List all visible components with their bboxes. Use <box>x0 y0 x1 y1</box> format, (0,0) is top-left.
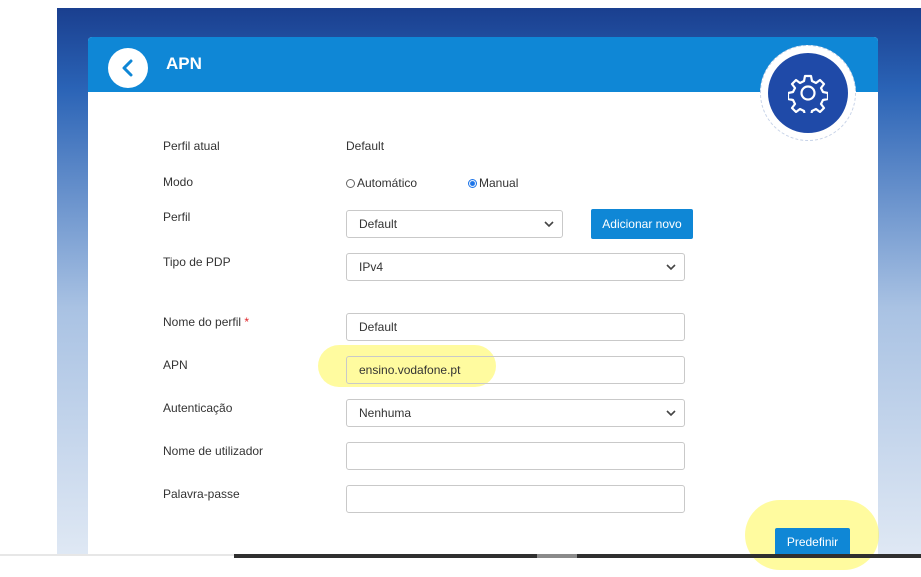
reset-defaults-button[interactable]: Predefinir <box>775 528 850 556</box>
authentication-label: Autenticação <box>163 401 233 415</box>
profile-name-label: Nome do perfil * <box>163 315 250 329</box>
settings-badge <box>760 45 856 141</box>
screenshot-stage: APN Perfil atual Default Modo Automático… <box>0 0 921 577</box>
pdp-type-select[interactable]: IPv4 <box>346 253 685 281</box>
mode-label: Modo <box>163 175 194 189</box>
username-label: Nome de utilizador <box>163 444 264 458</box>
add-new-profile-button[interactable]: Adicionar novo <box>591 209 693 239</box>
required-mark: * <box>244 315 250 329</box>
back-button[interactable] <box>108 48 148 88</box>
radio-unchecked-icon <box>346 179 355 188</box>
password-label: Palavra-passe <box>163 487 240 501</box>
page-title: APN <box>166 54 202 73</box>
card-header: APN <box>88 37 878 92</box>
radio-checked-icon <box>468 179 477 188</box>
gear-icon <box>788 74 828 113</box>
chevron-left-icon <box>122 59 133 77</box>
profile-name-input[interactable]: Default <box>346 313 685 341</box>
current-profile-value: Default <box>346 139 385 153</box>
current-profile-label: Perfil atual <box>163 139 220 153</box>
password-input[interactable] <box>346 485 685 513</box>
apn-input[interactable]: ensino.vodafone.pt <box>346 356 685 384</box>
bottom-divider <box>0 554 234 556</box>
apn-label: APN <box>163 358 188 372</box>
chevron-down-icon <box>666 410 676 417</box>
profile-select[interactable]: Default <box>346 210 563 238</box>
chevron-down-icon <box>544 221 554 228</box>
apn-card: APN <box>88 37 878 555</box>
username-input[interactable] <box>346 442 685 470</box>
chevron-down-icon <box>666 264 676 271</box>
scrollbar-thumb[interactable] <box>537 554 577 558</box>
pdp-type-label: Tipo de PDP <box>163 255 231 269</box>
mode-manual-radio[interactable]: Manual <box>468 176 518 190</box>
mode-automatic-radio[interactable]: Automático <box>346 176 417 190</box>
horizontal-scrollbar[interactable] <box>234 554 921 558</box>
authentication-select[interactable]: Nenhuma <box>346 399 685 427</box>
profile-label: Perfil <box>163 210 191 224</box>
